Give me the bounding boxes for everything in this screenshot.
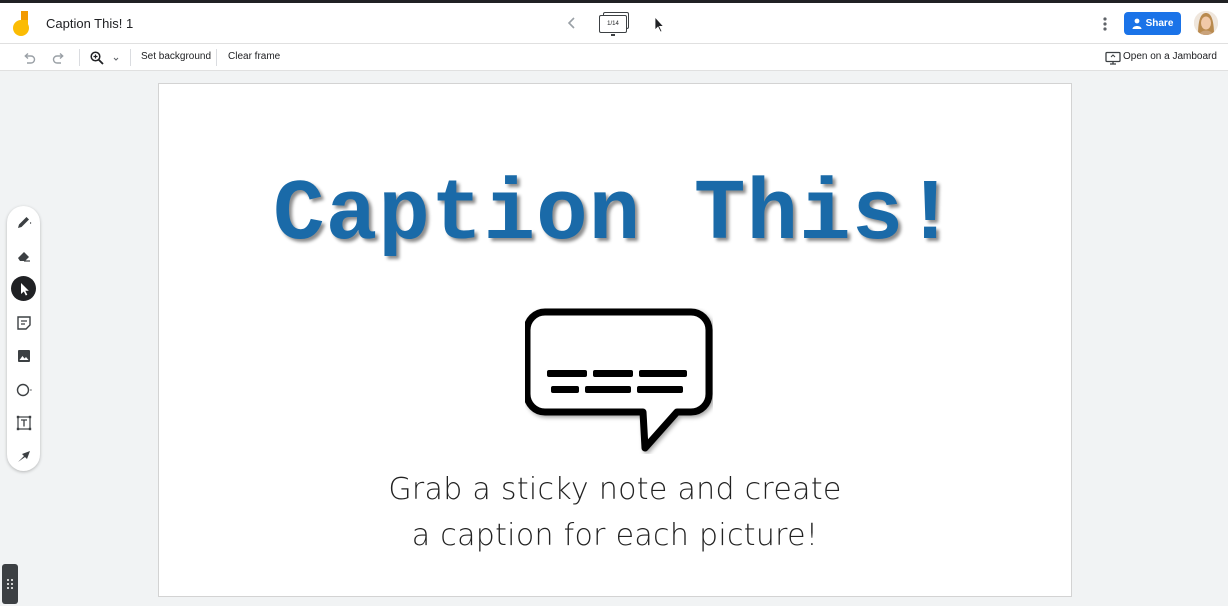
frame-subtitle-line-2[interactable]: a caption for each picture! [159,518,1071,553]
share-button-label: Share [1145,18,1174,29]
more-vert-icon [1103,17,1107,31]
frame-heading[interactable]: Caption This! [159,166,1071,264]
cast-to-jamboard-icon[interactable] [1105,50,1121,66]
toolbar-divider [79,49,80,66]
clear-frame-button[interactable]: Clear frame [228,51,280,62]
frame-counter-label: 1/14 [607,21,619,27]
share-button[interactable]: Share [1124,12,1181,35]
speech-bubble-icon[interactable] [525,308,713,454]
app-header: Caption This! 1 1/14 Share [0,3,1228,44]
circle-icon [16,383,32,396]
toolbar-divider [216,49,217,66]
user-avatar[interactable] [1194,11,1218,35]
document-title[interactable]: Caption This! 1 [46,16,133,31]
zoom-menu-button[interactable] [110,50,122,66]
eraser-tool-button[interactable] [11,243,36,268]
drag-dots-icon [7,579,13,589]
previous-frame-button[interactable] [564,14,580,32]
frame-bar-toggle[interactable]: 1/14 [599,12,631,38]
jam-frame-canvas[interactable]: Caption This! Grab a sticky note and cre… [158,83,1072,597]
zoom-in-icon [90,51,104,65]
eraser-icon [17,251,30,262]
next-frame-button[interactable] [650,14,668,34]
chevron-down-icon [611,34,615,36]
frame-subtitle-line-1[interactable]: Grab a sticky note and create [159,472,1071,507]
jamboard-logo-icon[interactable] [13,11,33,37]
sticky-note-tool-button[interactable] [11,310,36,335]
set-background-button[interactable]: Set background [141,51,211,62]
select-icon [20,282,29,295]
more-options-button[interactable] [1097,14,1113,34]
image-icon [17,349,30,362]
undo-icon [24,52,36,64]
frame-toolbar: Set background Clear frame Open on a Jam… [0,44,1228,71]
text-box-icon [16,415,31,430]
pen-icon [17,216,31,228]
undo-button[interactable] [21,50,37,66]
toolbar-divider [130,49,131,66]
select-tool-button[interactable] [11,276,36,301]
redo-icon [52,52,64,64]
image-tool-button[interactable] [11,343,36,368]
sticky-note-icon [16,315,31,330]
drag-handle[interactable] [2,564,18,604]
redo-button[interactable] [51,50,67,66]
pen-tool-button[interactable] [11,210,36,235]
drawing-tools-panel [7,206,40,471]
laser-tool-button[interactable] [11,443,36,468]
mouse-cursor-icon [654,15,665,33]
laser-icon [17,450,30,462]
person-add-icon [1132,18,1142,29]
chevron-left-icon [567,17,575,29]
text-box-tool-button[interactable] [11,410,36,435]
shape-tool-button[interactable] [11,377,36,402]
chevron-down-icon [113,57,119,61]
zoom-button[interactable] [89,50,105,66]
open-on-jamboard-button[interactable]: Open on a Jamboard [1123,51,1217,62]
